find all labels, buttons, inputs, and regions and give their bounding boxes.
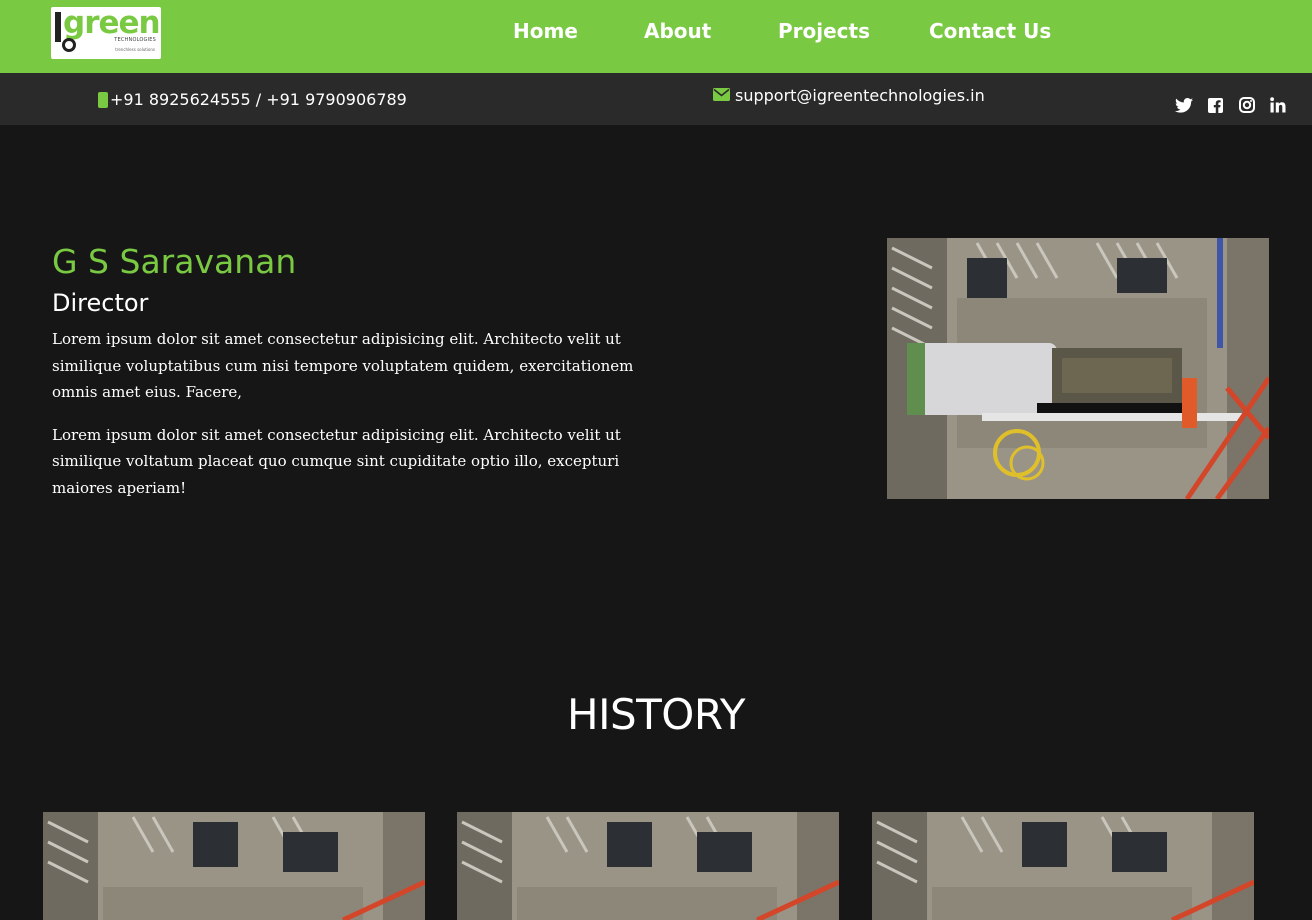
- history-card-image[interactable]: [457, 812, 839, 920]
- history-heading: HISTORY: [567, 690, 746, 739]
- logo-wheel-icon: [62, 38, 76, 52]
- director-name: G S Saravanan: [52, 242, 297, 281]
- twitter-icon[interactable]: [1174, 95, 1194, 115]
- history-card-image[interactable]: [43, 812, 425, 920]
- director-profile: G S Saravanan Director Lorem ipsum dolor…: [52, 242, 672, 501]
- mobile-phone-icon: [98, 91, 108, 108]
- logo-wordmark: green: [63, 5, 161, 41]
- director-project-photo: [887, 238, 1269, 499]
- email-link[interactable]: support@igreentechnologies.in: [713, 86, 985, 105]
- top-navbar: green TECHNOLOGIES trenchless solutions …: [0, 0, 1312, 73]
- logo-letter-i: [55, 12, 61, 42]
- envelope-icon: [713, 86, 730, 105]
- director-role: Director: [52, 289, 149, 317]
- nav-about-link[interactable]: About: [644, 19, 711, 43]
- director-bio-paragraph: Lorem ipsum dolor sit amet consectetur a…: [52, 330, 634, 401]
- nav-home-link[interactable]: Home: [513, 19, 578, 43]
- facebook-icon[interactable]: [1205, 95, 1225, 115]
- phone-text: +91 8925624555 / +91 9790906789: [110, 90, 407, 109]
- history-card-image[interactable]: [872, 812, 1254, 920]
- contact-info-bar: +91 8925624555 / +91 9790906789 support@…: [0, 73, 1312, 125]
- nav-projects-link[interactable]: Projects: [778, 19, 870, 43]
- nav-contact-link[interactable]: Contact Us: [929, 19, 1051, 43]
- instagram-icon[interactable]: [1237, 95, 1257, 115]
- brand-logo[interactable]: green TECHNOLOGIES trenchless solutions: [51, 5, 161, 59]
- logo-tagline: trenchless solutions: [115, 47, 155, 52]
- logo-subtitle: TECHNOLOGIES: [114, 37, 156, 43]
- phone-numbers: +91 8925624555 / +91 9790906789: [98, 90, 407, 109]
- linkedin-icon[interactable]: [1268, 95, 1288, 115]
- email-text: support@igreentechnologies.in: [735, 86, 985, 105]
- director-bio-paragraph: Lorem ipsum dolor sit amet consectetur a…: [52, 425, 621, 497]
